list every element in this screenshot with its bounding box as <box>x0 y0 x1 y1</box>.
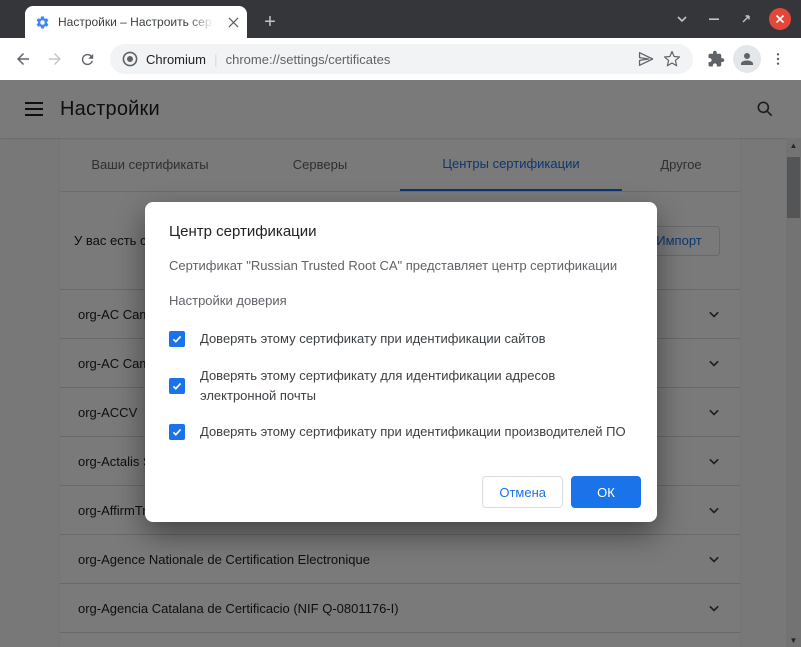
gear-icon <box>35 15 50 30</box>
ok-button[interactable]: ОК <box>571 476 641 508</box>
restore-icon[interactable] <box>737 10 755 28</box>
address-bar[interactable]: Chromium | chrome://settings/certificate… <box>110 44 693 74</box>
tab-close-icon[interactable] <box>225 14 241 30</box>
chromium-logo-icon <box>122 51 138 67</box>
reload-icon[interactable] <box>72 44 102 74</box>
extensions-puzzle-icon[interactable] <box>701 44 731 74</box>
forward-icon[interactable] <box>40 44 70 74</box>
checkbox-label: Доверять этому сертификату для идентифик… <box>200 366 568 406</box>
trust-email-checkbox[interactable] <box>169 378 185 394</box>
trust-software-row: Доверять этому сертификату при идентифик… <box>169 422 633 442</box>
trust-sites-row: Доверять этому сертификату при идентифик… <box>169 329 633 349</box>
tab-title: Настройки – Настроить сертификаты <box>58 15 217 29</box>
bookmark-star-icon[interactable] <box>663 50 681 68</box>
browser-tab[interactable]: Настройки – Настроить сертификаты <box>25 6 247 38</box>
send-icon[interactable] <box>637 50 655 68</box>
trust-email-row: Доверять этому сертификату для идентифик… <box>169 366 633 406</box>
trust-settings-label: Настройки доверия <box>169 292 633 309</box>
cancel-button[interactable]: Отмена <box>482 476 563 508</box>
back-icon[interactable] <box>8 44 38 74</box>
window-controls <box>673 0 791 38</box>
checkbox-label: Доверять этому сертификату при идентифик… <box>200 329 545 349</box>
settings-page: Настройки Ваши сертификаты Серверы Центр… <box>0 80 801 647</box>
browser-window: Настройки – Настроить сертификаты + <box>0 0 801 647</box>
avatar[interactable] <box>733 45 761 73</box>
checkbox-label: Доверять этому сертификату при идентифик… <box>200 422 626 442</box>
new-tab-button[interactable]: + <box>256 9 284 35</box>
minimize-icon[interactable] <box>705 10 723 28</box>
dialog-description: Сертификат "Russian Trusted Root CA" пре… <box>169 257 633 274</box>
site-label: Chromium <box>146 52 206 67</box>
chevron-down-icon[interactable] <box>673 10 691 28</box>
trust-software-checkbox[interactable] <box>169 424 185 440</box>
certificate-authority-dialog: Центр сертификации Сертификат "Russian T… <box>145 202 657 522</box>
url-text: chrome://settings/certificates <box>226 52 629 67</box>
dialog-title: Центр сертификации <box>169 222 633 242</box>
browser-toolbar: Chromium | chrome://settings/certificate… <box>0 38 801 80</box>
close-icon[interactable] <box>769 8 791 30</box>
url-separator: | <box>214 51 218 67</box>
dialog-footer: Отмена ОК <box>482 476 641 508</box>
menu-dots-icon[interactable] <box>763 44 793 74</box>
tab-strip: Настройки – Настроить сертификаты + <box>0 0 801 38</box>
trust-sites-checkbox[interactable] <box>169 331 185 347</box>
